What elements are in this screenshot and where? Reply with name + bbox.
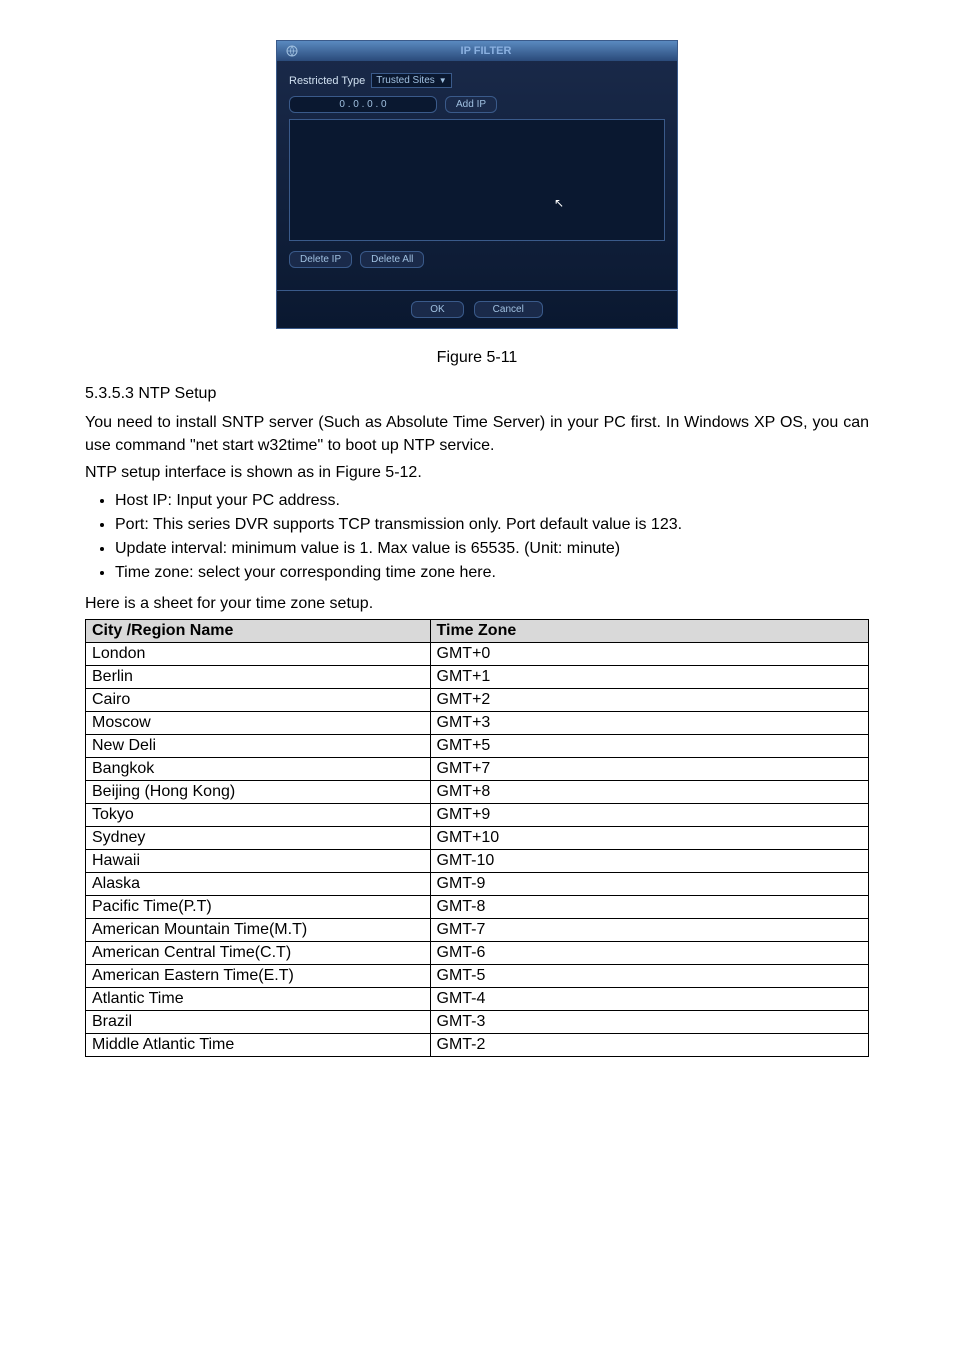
zone-cell: GMT+1 [430, 665, 868, 688]
list-item: Port: This series DVR supports TCP trans… [115, 513, 869, 537]
city-cell: American Eastern Time(E.T) [86, 964, 431, 987]
table-row: HawaiiGMT-10 [86, 849, 869, 872]
zone-cell: GMT-5 [430, 964, 868, 987]
city-cell: Tokyo [86, 803, 431, 826]
list-item: Update interval: minimum value is 1. Max… [115, 537, 869, 561]
timezone-table: City /Region Name Time Zone LondonGMT+0B… [85, 619, 869, 1057]
sheet-note: Here is a sheet for your time zone setup… [85, 595, 869, 613]
table-row: MoscowGMT+3 [86, 711, 869, 734]
table-row: BrazilGMT-3 [86, 1010, 869, 1033]
city-cell: Atlantic Time [86, 987, 431, 1010]
table-row: BerlinGMT+1 [86, 665, 869, 688]
col-header-zone: Time Zone [430, 619, 868, 642]
dialog-titlebar: IP FILTER [277, 41, 677, 61]
zone-cell: GMT+2 [430, 688, 868, 711]
city-cell: Pacific Time(P.T) [86, 895, 431, 918]
table-row: American Central Time(C.T)GMT-6 [86, 941, 869, 964]
city-cell: New Deli [86, 734, 431, 757]
city-cell: Middle Atlantic Time [86, 1033, 431, 1056]
ip-filter-dialog: IP FILTER Restricted Type Trusted Sites … [276, 40, 678, 329]
dialog-body: Restricted Type Trusted Sites ▼ 0 . 0 . … [277, 61, 677, 290]
zone-cell: GMT-3 [430, 1010, 868, 1033]
cursor-icon: ↖ [554, 196, 564, 210]
city-cell: Hawaii [86, 849, 431, 872]
zone-cell: GMT+8 [430, 780, 868, 803]
zone-cell: GMT+7 [430, 757, 868, 780]
city-cell: Moscow [86, 711, 431, 734]
zone-cell: GMT+9 [430, 803, 868, 826]
network-icon [285, 44, 299, 58]
ip-list-box[interactable]: ↖ [289, 119, 665, 241]
zone-cell: GMT+5 [430, 734, 868, 757]
table-row: TokyoGMT+9 [86, 803, 869, 826]
add-ip-button[interactable]: Add IP [445, 96, 497, 113]
list-item: Time zone: select your corresponding tim… [115, 561, 869, 585]
paragraph-2: NTP setup interface is shown as in Figur… [85, 461, 869, 484]
table-row: BangkokGMT+7 [86, 757, 869, 780]
ip-address-input[interactable]: 0 . 0 . 0 . 0 [289, 96, 437, 113]
table-row: American Eastern Time(E.T)GMT-5 [86, 964, 869, 987]
cancel-button[interactable]: Cancel [474, 301, 543, 318]
zone-cell: GMT-6 [430, 941, 868, 964]
table-row: AlaskaGMT-9 [86, 872, 869, 895]
zone-cell: GMT+0 [430, 642, 868, 665]
zone-cell: GMT-7 [430, 918, 868, 941]
zone-cell: GMT+10 [430, 826, 868, 849]
city-cell: American Mountain Time(M.T) [86, 918, 431, 941]
table-row: Atlantic TimeGMT-4 [86, 987, 869, 1010]
city-cell: Berlin [86, 665, 431, 688]
restricted-type-row: Restricted Type Trusted Sites ▼ [289, 73, 665, 88]
table-row: Middle Atlantic TimeGMT-2 [86, 1033, 869, 1056]
delete-all-button[interactable]: Delete All [360, 251, 424, 268]
zone-cell: GMT-4 [430, 987, 868, 1010]
delete-ip-button[interactable]: Delete IP [289, 251, 352, 268]
table-row: Pacific Time(P.T)GMT-8 [86, 895, 869, 918]
city-cell: Alaska [86, 872, 431, 895]
ip-entry-row: 0 . 0 . 0 . 0 Add IP [289, 96, 665, 113]
table-header-row: City /Region Name Time Zone [86, 619, 869, 642]
table-row: CairoGMT+2 [86, 688, 869, 711]
table-row: LondonGMT+0 [86, 642, 869, 665]
bullet-list: Host IP: Input your PC address. Port: Th… [85, 489, 869, 585]
paragraph-1: You need to install SNTP server (Such as… [85, 411, 869, 457]
col-header-city: City /Region Name [86, 619, 431, 642]
city-cell: Brazil [86, 1010, 431, 1033]
chevron-down-icon: ▼ [439, 76, 447, 85]
city-cell: London [86, 642, 431, 665]
list-item: Host IP: Input your PC address. [115, 489, 869, 513]
zone-cell: GMT-9 [430, 872, 868, 895]
table-row: American Mountain Time(M.T)GMT-7 [86, 918, 869, 941]
city-cell: American Central Time(C.T) [86, 941, 431, 964]
table-row: New DeliGMT+5 [86, 734, 869, 757]
city-cell: Bangkok [86, 757, 431, 780]
restricted-type-value: Trusted Sites [376, 75, 435, 86]
dialog-screenshot: IP FILTER Restricted Type Trusted Sites … [85, 40, 869, 329]
section-heading: 5.3.5.3 NTP Setup [85, 385, 869, 403]
dialog-title: IP FILTER [303, 45, 669, 57]
zone-cell: GMT-2 [430, 1033, 868, 1056]
dialog-footer: OK Cancel [277, 290, 677, 328]
figure-caption: Figure 5-11 [85, 349, 869, 367]
city-cell: Cairo [86, 688, 431, 711]
zone-cell: GMT+3 [430, 711, 868, 734]
restricted-type-dropdown[interactable]: Trusted Sites ▼ [371, 73, 451, 88]
table-row: SydneyGMT+10 [86, 826, 869, 849]
zone-cell: GMT-8 [430, 895, 868, 918]
zone-cell: GMT-10 [430, 849, 868, 872]
ok-button[interactable]: OK [411, 301, 463, 318]
restricted-type-label: Restricted Type [289, 75, 365, 87]
city-cell: Beijing (Hong Kong) [86, 780, 431, 803]
delete-buttons-row: Delete IP Delete All [289, 251, 665, 268]
table-row: Beijing (Hong Kong)GMT+8 [86, 780, 869, 803]
city-cell: Sydney [86, 826, 431, 849]
